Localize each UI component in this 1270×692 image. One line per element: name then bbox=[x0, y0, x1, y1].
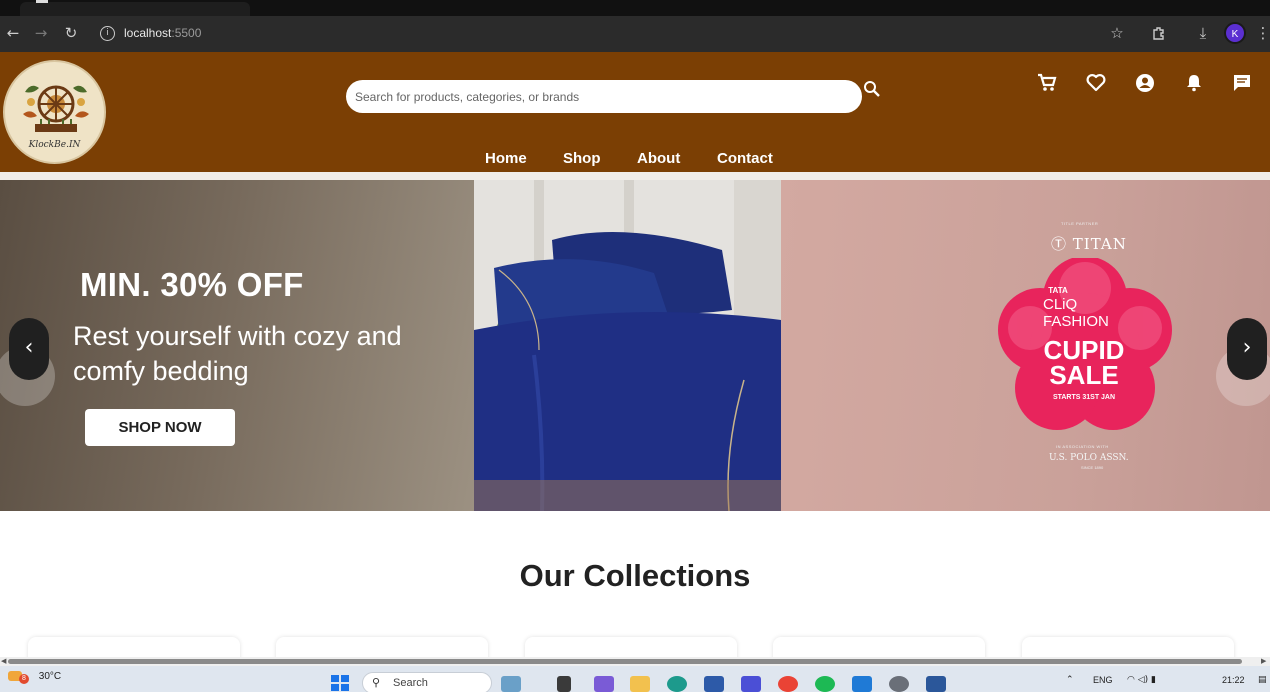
shop-now-button[interactable]: SHOP NOW bbox=[85, 409, 235, 446]
site-info-icon[interactable]: i bbox=[100, 26, 115, 41]
taskbar-edge-icon[interactable] bbox=[667, 676, 687, 692]
titan-logo-icon: Ⓣ bbox=[1051, 235, 1073, 253]
promo-panel-cupid-sale: TITLE PARTNER Ⓣ TITAN TATA CLiQ FASHION … bbox=[781, 180, 1270, 511]
site-logo[interactable]: KlockBe.IN bbox=[3, 60, 106, 164]
promo-title: MIN. 30% OFF bbox=[80, 266, 304, 303]
bedding-image bbox=[474, 180, 781, 511]
nav-home[interactable]: Home bbox=[485, 150, 527, 167]
browser-tabstrip bbox=[0, 0, 1270, 16]
header-divider bbox=[0, 172, 1270, 180]
weather-temp: 30°C bbox=[38, 671, 62, 682]
address-bar[interactable]: i localhost:5500 bbox=[94, 22, 1094, 46]
bell-icon[interactable] bbox=[1183, 72, 1205, 94]
tray-language[interactable]: ENG bbox=[1093, 675, 1113, 685]
address-url[interactable]: localhost:5500 bbox=[124, 26, 201, 40]
search-bar bbox=[346, 80, 862, 113]
starts-date-label: STARTS 31ST JAN bbox=[1052, 394, 1116, 401]
taskbar-task-view-icon[interactable] bbox=[557, 676, 571, 692]
profile-avatar[interactable]: K bbox=[1224, 22, 1246, 44]
taskbar-file-explorer-icon[interactable] bbox=[630, 676, 650, 692]
weather-badge: 8 bbox=[19, 674, 29, 684]
promo-subtitle: Rest yourself with cozy and comfy beddin… bbox=[73, 321, 402, 386]
windows-start-icon[interactable] bbox=[330, 674, 350, 692]
taskbar-search-label: Search bbox=[393, 677, 428, 689]
heart-icon[interactable] bbox=[1085, 72, 1107, 94]
menu-kebab-icon[interactable]: ⋮ bbox=[1252, 22, 1270, 44]
collections-heading: Our Collections bbox=[519, 558, 751, 593]
promo-panel-bedding-text: MIN. 30% OFF Rest yourself with cozy and… bbox=[0, 180, 474, 511]
tray-notification-icon[interactable]: ▤ bbox=[1258, 675, 1267, 685]
message-icon[interactable] bbox=[1231, 72, 1253, 94]
tab-indicator bbox=[36, 0, 48, 3]
title-partner-label: TITLE PARTNER bbox=[1061, 221, 1099, 226]
tray-chevron-icon[interactable]: ⌃ bbox=[1066, 675, 1074, 685]
extensions-icon[interactable] bbox=[1148, 22, 1170, 44]
polo-brand: U.S. POLO ASSN. bbox=[1049, 453, 1129, 463]
tata-label: TATA bbox=[1048, 286, 1068, 295]
nav-about[interactable]: About bbox=[637, 150, 680, 167]
taskbar-store-icon[interactable] bbox=[704, 676, 724, 692]
titan-brand: Ⓣ TITAN bbox=[1051, 235, 1127, 253]
weather-widget[interactable]: 30°C bbox=[8, 671, 61, 682]
scroll-left-icon[interactable]: ◀ bbox=[1, 657, 6, 666]
taskbar-widget-icon[interactable] bbox=[501, 676, 521, 692]
association-label: IN ASSOCIATION WITH bbox=[1056, 444, 1109, 449]
site-header: KlockBe.IN bbox=[0, 52, 1270, 172]
account-icon[interactable] bbox=[1134, 72, 1156, 94]
taskbar-app-icon[interactable] bbox=[741, 676, 761, 692]
scrollbar-thumb[interactable] bbox=[8, 659, 1242, 664]
tray-wifi-sound-battery-icon[interactable]: ◠ ◁) ▮ bbox=[1127, 675, 1156, 685]
taskbar-search-icon: ⚲ bbox=[372, 676, 381, 689]
fashion-label: FASHION bbox=[1043, 313, 1109, 330]
back-icon[interactable]: ← bbox=[2, 22, 24, 44]
search-icon[interactable] bbox=[863, 80, 881, 98]
taskbar-spotify-icon[interactable] bbox=[815, 676, 835, 692]
taskbar-chrome-icon[interactable] bbox=[778, 676, 798, 692]
hero-carousel: MIN. 30% OFF Rest yourself with cozy and… bbox=[0, 180, 1270, 511]
taskbar-word-icon[interactable] bbox=[926, 676, 946, 692]
carousel-next-button[interactable]: › bbox=[1227, 318, 1267, 380]
search-input[interactable] bbox=[355, 87, 845, 107]
bed-illustration bbox=[474, 180, 781, 511]
forward-icon[interactable]: → bbox=[30, 22, 52, 44]
nav-contact[interactable]: Contact bbox=[717, 150, 773, 167]
logo-wordmark: KlockBe.IN bbox=[28, 140, 81, 150]
scroll-right-icon[interactable]: ▶ bbox=[1261, 657, 1266, 666]
cliq-label: CLiQ bbox=[1043, 296, 1078, 313]
polo-since: SINCE 1890 bbox=[1081, 465, 1104, 470]
download-icon[interactable]: ⤓ bbox=[1192, 22, 1214, 44]
taskbar-search[interactable]: ⚲ Search bbox=[362, 672, 492, 692]
bookmark-star-icon[interactable]: ☆ bbox=[1106, 22, 1128, 44]
nav-shop[interactable]: Shop bbox=[563, 150, 601, 167]
cart-icon[interactable] bbox=[1036, 72, 1058, 94]
browser-tab[interactable] bbox=[20, 2, 250, 16]
horizontal-scrollbar[interactable]: ◀ ▶ bbox=[0, 657, 1270, 666]
carousel-prev-button[interactable]: ‹ bbox=[9, 318, 49, 380]
reload-icon[interactable]: ↻ bbox=[60, 22, 82, 44]
taskbar-vscode-icon[interactable] bbox=[852, 676, 872, 692]
tray-clock[interactable]: 21:22 bbox=[1222, 675, 1245, 685]
taskbar-copilot-icon[interactable] bbox=[594, 676, 614, 692]
browser-toolbar: ← → ↻ i localhost:5500 ☆ ⤓ ⋮ bbox=[0, 16, 1270, 52]
taskbar-settings-icon[interactable] bbox=[889, 676, 909, 692]
sale-label: SALE bbox=[1049, 360, 1119, 390]
